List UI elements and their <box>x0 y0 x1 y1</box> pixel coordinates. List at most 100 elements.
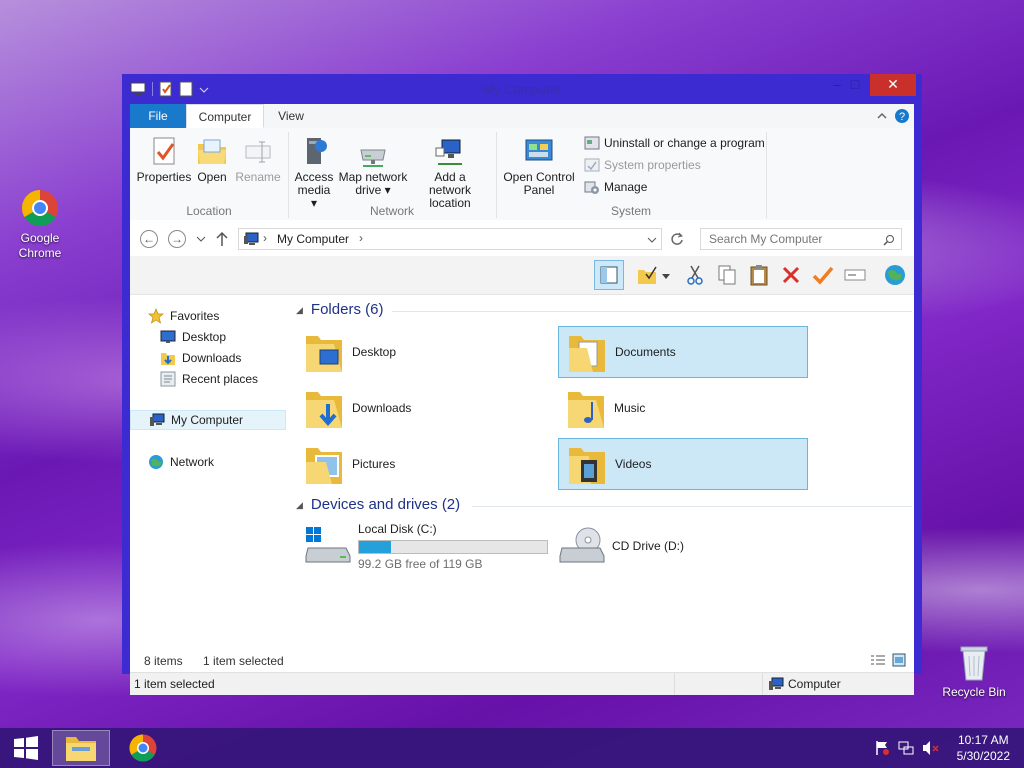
properties-icon <box>153 137 175 165</box>
rename-icon <box>245 141 271 163</box>
desktop-icon-chrome[interactable]: Google Chrome <box>0 188 80 261</box>
preview-pane-button[interactable] <box>594 260 624 290</box>
folder-open-icon <box>198 139 226 164</box>
large-icons-view-icon[interactable] <box>892 653 906 667</box>
ribbon-tabs: File Computer View ? <box>130 104 914 129</box>
folder-options-button[interactable] <box>634 262 660 288</box>
folder-documents[interactable]: Documents <box>558 326 808 378</box>
status-bar-location: Computer <box>788 677 841 691</box>
search-icon[interactable] <box>883 234 895 246</box>
details-view-icon[interactable] <box>870 654 886 666</box>
tab-view[interactable]: View <box>270 104 312 128</box>
breadcrumb-arrow-icon[interactable]: › <box>359 231 363 245</box>
nav-downloads[interactable]: Downloads <box>160 348 241 368</box>
title-bar[interactable]: My Computer – □ ✕ <box>122 74 922 104</box>
open-button[interactable]: Open <box>192 136 232 184</box>
desktop-icon-label: Recycle Bin <box>942 685 1006 699</box>
folder-pictures[interactable]: Pictures <box>304 438 554 490</box>
nav-favorites[interactable]: Favorites <box>148 306 219 326</box>
clock-date: 5/30/2022 <box>956 749 1010 763</box>
open-label: Open <box>197 170 227 184</box>
open-control-panel-button[interactable]: Open Control Panel <box>502 136 576 197</box>
content-pane: ◢ Folders (6) Desktop Documents Download… <box>296 294 914 634</box>
media-server-icon <box>307 138 327 164</box>
disk-usage-fill <box>359 540 391 553</box>
computer-icon <box>150 413 165 426</box>
selection-count: 1 item selected <box>203 654 284 668</box>
address-bar-row: ← → › My Computer › Search My Computer <box>130 220 914 256</box>
system-properties-button[interactable]: System properties <box>584 156 701 174</box>
desktop-icon-recycle-bin[interactable]: Recycle Bin <box>934 642 1014 700</box>
help-icon[interactable]: ? <box>894 108 910 124</box>
maximize-button[interactable]: □ <box>840 74 870 96</box>
folder-videos[interactable]: Videos <box>558 438 808 490</box>
rename-button[interactable]: Rename <box>234 136 282 184</box>
paste-button[interactable] <box>746 262 772 288</box>
chevron-down-icon[interactable] <box>662 274 670 280</box>
map-network-drive-button[interactable]: Map network drive ▾ <box>336 136 410 197</box>
uninstall-program-button[interactable]: Uninstall or change a program <box>584 134 765 152</box>
downloads-icon <box>161 353 175 365</box>
open-control-panel-label: Open Control Panel <box>503 170 575 197</box>
ribbon: Properties Open Rename Location Access me… <box>130 128 914 221</box>
chevron-up-icon[interactable] <box>876 111 888 121</box>
network-tray-icon[interactable] <box>898 740 914 756</box>
status-divider <box>674 673 675 695</box>
window-title: My Computer <box>482 82 562 97</box>
folder-desktop[interactable]: Desktop <box>304 326 554 378</box>
section-divider <box>472 506 912 507</box>
tab-file[interactable]: File <box>130 104 186 128</box>
rename-toolbar-button[interactable] <box>842 262 868 288</box>
file-explorer-icon <box>66 737 96 761</box>
collapse-arrow-icon[interactable]: ◢ <box>296 300 303 320</box>
tab-computer[interactable]: Computer <box>186 104 264 128</box>
properties-label: Properties <box>136 170 192 184</box>
properties-button[interactable]: Properties <box>136 136 192 184</box>
group-label-network: Network <box>369 204 414 218</box>
network-icon <box>149 455 163 469</box>
taskbar-clock[interactable]: 10:17 AM 5/30/2022 <box>957 732 1010 764</box>
nav-my-computer[interactable]: My Computer <box>130 410 286 430</box>
taskbar-chrome[interactable] <box>118 730 168 766</box>
volume-muted-icon[interactable] <box>922 740 940 756</box>
devices-section-header[interactable]: ◢ Devices and drives (2) <box>296 495 460 515</box>
globe-icon <box>885 265 905 285</box>
network-toolbar-button[interactable] <box>882 262 908 288</box>
nav-network[interactable]: Network <box>148 452 214 472</box>
windows-logo-icon <box>14 736 38 760</box>
properties-toolbar-button[interactable] <box>810 262 836 288</box>
nav-recent-places[interactable]: Recent places <box>160 369 258 389</box>
action-center-flag-icon[interactable] <box>874 740 890 756</box>
breadcrumb-my-computer[interactable]: My Computer <box>277 232 349 246</box>
recent-locations-icon[interactable] <box>196 235 206 243</box>
forward-button[interactable]: → <box>168 230 186 248</box>
breadcrumb-arrow-icon[interactable]: › <box>263 231 267 245</box>
drive-cd-d[interactable]: CD Drive (D:) <box>558 520 808 572</box>
taskbar-file-explorer[interactable] <box>52 730 110 766</box>
start-button[interactable] <box>4 730 48 766</box>
drive-local-c[interactable]: Local Disk (C:) 99.2 GB free of 119 GB <box>304 520 554 572</box>
cut-button[interactable] <box>682 262 708 288</box>
add-network-location-button[interactable]: Add a network location <box>412 136 488 210</box>
collapse-arrow-icon[interactable]: ◢ <box>296 495 303 515</box>
nav-desktop[interactable]: Desktop <box>160 327 226 347</box>
folder-downloads[interactable]: Downloads <box>304 382 554 434</box>
group-label-system: System <box>610 204 651 218</box>
back-button[interactable]: ← <box>140 230 158 248</box>
manage-button[interactable]: Manage <box>584 178 647 196</box>
delete-button[interactable] <box>778 262 804 288</box>
access-media-button[interactable]: Access media ▾ <box>294 136 334 210</box>
search-input[interactable]: Search My Computer <box>700 228 902 250</box>
folder-music[interactable]: Music <box>558 382 808 434</box>
window-client: File Computer View ? Properties Open Ren… <box>130 104 914 695</box>
close-button[interactable]: ✕ <box>870 74 916 96</box>
address-box[interactable]: › My Computer › <box>238 228 662 250</box>
chevron-down-icon[interactable] <box>647 236 657 244</box>
up-arrow-icon[interactable] <box>216 231 228 247</box>
folders-section-header[interactable]: ◢ Folders (6) <box>296 300 383 320</box>
clock-time: 10:17 AM <box>957 733 1009 747</box>
copy-button[interactable] <box>714 262 740 288</box>
delete-icon <box>782 266 800 284</box>
folder-pictures-icon <box>306 448 342 484</box>
refresh-icon[interactable] <box>670 232 684 246</box>
